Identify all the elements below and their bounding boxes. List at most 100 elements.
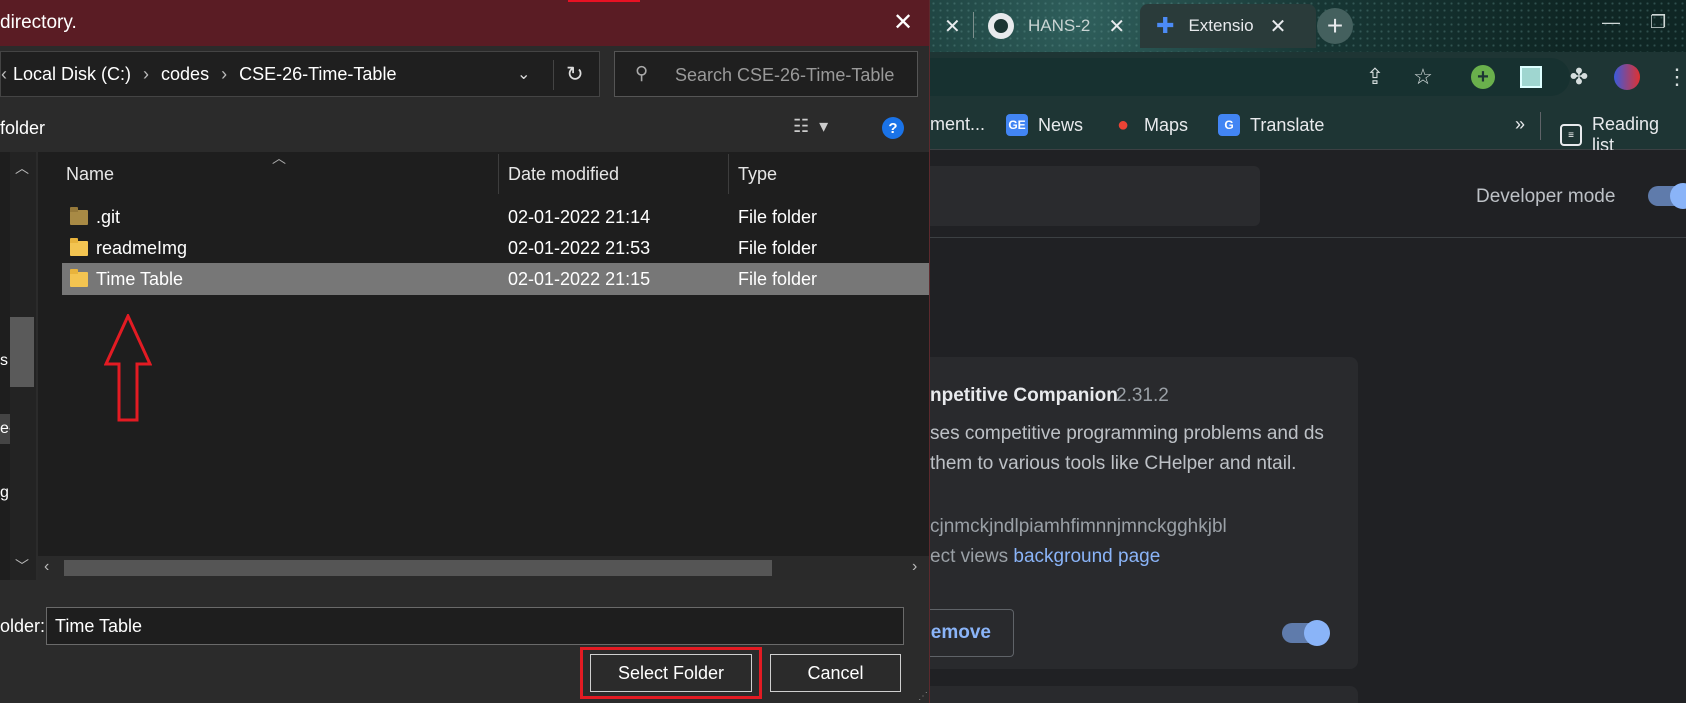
file-name: readmeImg [96, 238, 188, 258]
search-icon: ⚲ [635, 63, 649, 83]
background-page-link[interactable]: background page [1013, 546, 1160, 567]
chevron-left-icon[interactable]: ‹ [1, 64, 7, 85]
translate-icon: G [1218, 114, 1240, 136]
extension-views: ect views background page [930, 546, 1160, 568]
extension-enable-toggle[interactable] [1282, 620, 1330, 646]
breadcrumb-codes[interactable]: codes [161, 64, 209, 85]
file-row-git[interactable]: .git 02-01-2022 21:14 File folder [62, 201, 929, 233]
extensions-icon[interactable]: ✤ [1566, 64, 1592, 90]
file-type: File folder [738, 269, 818, 289]
tab-separator [973, 12, 974, 38]
refresh-icon[interactable]: ↻ [566, 62, 584, 87]
column-separator[interactable] [728, 154, 729, 194]
extension-card: npetitive Companion 2.31.2 ses competiti… [920, 357, 1358, 669]
horizontal-scrollbar-thumb[interactable] [64, 560, 772, 576]
cancel-button[interactable]: Cancel [770, 654, 901, 692]
column-name[interactable]: Name [66, 164, 114, 185]
chevron-up-icon[interactable]: ︿ [15, 158, 29, 178]
close-icon[interactable]: ✕ [893, 8, 913, 37]
bookmarks-overflow[interactable]: » [1515, 114, 1525, 135]
address-row: ‹ Local Disk (C:) › codes › CSE-26-Time-… [0, 46, 929, 102]
bookmark-label: News [1038, 114, 1084, 135]
bookmark-news[interactable]: GE News [1006, 114, 1083, 136]
command-bar: folder ☷ ▾ ? [0, 102, 929, 152]
column-headers: ︿ Name Date modified Type [38, 150, 929, 196]
menu-icon[interactable]: ⋮ [1664, 64, 1686, 90]
help-icon[interactable]: ? [882, 117, 904, 139]
chevron-down-icon[interactable]: ⌄ [517, 64, 530, 84]
extension-plus-icon[interactable]: + [1470, 64, 1496, 90]
horizontal-scrollbar[interactable]: ‹ › [38, 556, 929, 580]
file-date: 02-01-2022 21:15 [508, 269, 651, 289]
new-tab-button[interactable]: + [1317, 8, 1353, 44]
file-list: ︿ Name Date modified Type .git 02-01-202… [38, 150, 929, 580]
address-divider [553, 60, 554, 90]
chevron-right-icon[interactable]: › [143, 64, 149, 85]
chevron-right-icon[interactable]: › [912, 558, 917, 576]
column-separator[interactable] [498, 154, 499, 194]
file-row-readmeimg[interactable]: readmeImg 02-01-2022 21:53 File folder [62, 232, 929, 264]
developer-mode-label: Developer mode [1476, 186, 1616, 207]
close-icon[interactable]: ✕ [1108, 14, 1125, 39]
close-icon[interactable]: ✕ [944, 14, 961, 39]
nav-item[interactable]: s [0, 352, 8, 370]
extension-description: ses competitive programming problems and… [930, 423, 1324, 474]
search-input[interactable]: ⚲ Search CSE-26-Time-Table [614, 51, 918, 97]
folder-icon [70, 269, 88, 287]
file-name: .git [96, 207, 121, 227]
nav-scrollbar-thumb[interactable] [10, 317, 34, 387]
extension-version: 2.31.2 [1116, 385, 1169, 406]
extensions-search[interactable] [930, 166, 1260, 226]
resize-grip-icon[interactable]: ⋰ [918, 691, 928, 702]
tab-strip: ✕ HANS-2 ✕ ✚ Extensio ✕ + — ❐ [930, 0, 1686, 52]
column-type[interactable]: Type [738, 164, 777, 185]
puzzle-icon: ✚ [1156, 13, 1175, 38]
new-folder-button[interactable]: folder [0, 118, 45, 139]
address-bar[interactable]: ‹ Local Disk (C:) › codes › CSE-26-Time-… [0, 51, 600, 97]
nav-scrollbar[interactable]: ︿ ﹀ [10, 152, 36, 580]
bookmark-separator [1540, 112, 1541, 140]
reading-list-icon: ≡ [1560, 124, 1582, 146]
folder-name-input[interactable] [46, 607, 904, 645]
share-icon[interactable]: ⇪ [1362, 64, 1388, 90]
search-placeholder: Search CSE-26-Time-Table [675, 65, 895, 85]
chrome-window: ✕ HANS-2 ✕ ✚ Extensio ✕ + — ❐ ⇪ ☆ + ✤ ⋮ … [920, 0, 1686, 703]
view-options-button[interactable]: ☷ ▾ [793, 116, 828, 137]
breadcrumb-cse-26-time-table[interactable]: CSE-26-Time-Table [239, 64, 396, 85]
file-name: Time Table [96, 269, 184, 289]
column-date-modified[interactable]: Date modified [508, 164, 619, 185]
sheets-icon[interactable] [1518, 64, 1544, 90]
avatar[interactable] [1614, 64, 1640, 90]
bookmark-translate[interactable]: G Translate [1218, 114, 1324, 136]
bookmark-star-icon[interactable]: ☆ [1410, 64, 1436, 90]
restore-icon[interactable]: ❐ [1650, 12, 1666, 33]
github-icon [988, 13, 1014, 39]
close-icon[interactable]: ✕ [1270, 14, 1287, 39]
minimize-icon[interactable]: — [1602, 12, 1620, 33]
bookmark-label: Maps [1144, 114, 1189, 135]
chevron-down-icon[interactable]: ﹀ [15, 556, 29, 576]
remove-button[interactable]: emove [920, 609, 1014, 657]
google-news-icon: GE [1006, 114, 1028, 136]
nav-item[interactable]: g [0, 484, 9, 502]
chevron-right-icon[interactable]: › [221, 64, 227, 85]
extension-id: cjnmckjndlpiamhfimnnjmnckgghkjbl [930, 516, 1227, 537]
folder-icon [70, 238, 88, 256]
bookmark-partial[interactable]: ment... [930, 114, 985, 135]
extensions-header: Developer mode [930, 150, 1686, 238]
map-pin-icon: ● [1116, 113, 1130, 136]
tab-extensions[interactable]: ✚ Extensio ✕ [1140, 4, 1316, 48]
developer-mode-toggle[interactable] [1648, 183, 1686, 209]
file-type: File folder [738, 238, 818, 258]
tab-previous-close[interactable]: ✕ [930, 4, 961, 48]
bookmark-maps[interactable]: ● Maps [1112, 114, 1188, 136]
chevron-left-icon[interactable]: ‹ [44, 558, 49, 576]
extension-name: npetitive Companion [930, 385, 1118, 406]
file-date: 02-01-2022 21:14 [508, 207, 651, 227]
sort-caret-icon: ︿ [272, 150, 286, 166]
dialog-titlebar: directory. ✕ [0, 0, 929, 46]
views-label: ect views [930, 546, 1009, 567]
tab-title: HANS-2 [1028, 16, 1091, 35]
breadcrumb-local-disk[interactable]: Local Disk (C:) [13, 64, 131, 85]
file-row-time-table[interactable]: Time Table 02-01-2022 21:15 File folder [62, 263, 929, 295]
